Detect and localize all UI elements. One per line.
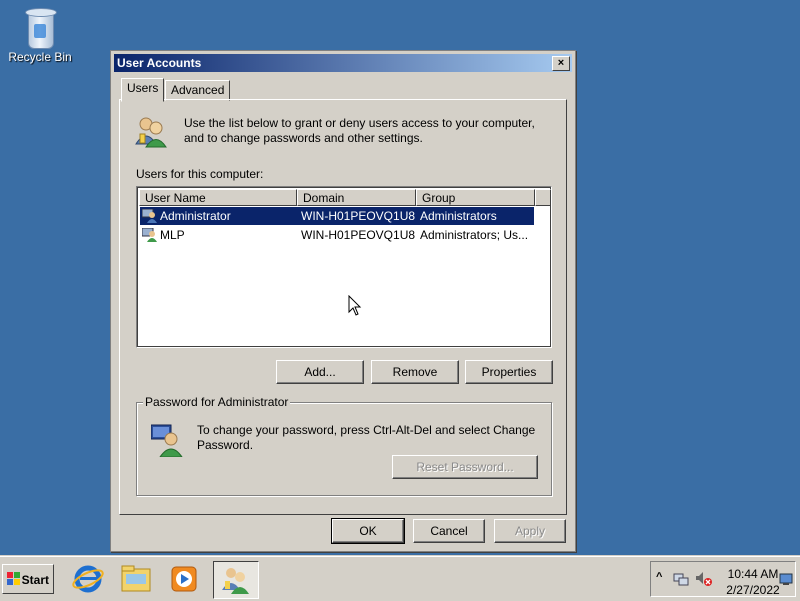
user-accounts-taskbar-button[interactable] xyxy=(213,561,259,599)
users-tab-panel: Use the list below to grant or deny user… xyxy=(119,99,567,515)
password-group: Password for Administrator To change you… xyxy=(136,395,552,496)
users-icon xyxy=(135,117,167,148)
network-icon[interactable] xyxy=(673,571,689,587)
cancel-button[interactable]: Cancel xyxy=(413,519,485,543)
user-icon xyxy=(142,209,157,223)
system-tray: ^ 10:44 AM 2/27/2022 xyxy=(650,561,796,597)
list-header: User Name Domain Group xyxy=(139,189,551,207)
windows-explorer-button[interactable] xyxy=(114,561,158,597)
mouse-cursor-icon xyxy=(348,295,362,316)
password-group-title: Password for Administrator xyxy=(143,395,291,409)
recycle-bin-shortcut[interactable]: Recycle Bin xyxy=(8,6,72,64)
table-row[interactable]: MLP WIN-H01PEOVQ1U8 Administrators; Us..… xyxy=(140,226,534,244)
column-group[interactable]: Group xyxy=(416,189,535,206)
intro-text: Use the list below to grant or deny user… xyxy=(184,116,535,145)
show-hidden-icons-button[interactable]: ^ xyxy=(656,571,662,583)
domain-cell: WIN-H01PEOVQ1U8 xyxy=(301,209,416,223)
volume-muted-icon[interactable] xyxy=(695,571,713,587)
user-accounts-window: User Accounts × Users Advanced Use the l… xyxy=(110,50,576,552)
window-title: User Accounts xyxy=(117,56,202,70)
show-desktop-icon[interactable] xyxy=(779,572,793,586)
user-icon xyxy=(142,228,157,242)
user-name-cell: Administrator xyxy=(160,209,231,223)
add-button[interactable]: Add... xyxy=(276,360,364,384)
clock-time[interactable]: 10:44 AM xyxy=(723,567,783,581)
internet-explorer-button[interactable] xyxy=(66,561,110,597)
column-domain[interactable]: Domain xyxy=(297,189,416,206)
column-filler xyxy=(535,189,551,206)
ok-button[interactable]: OK xyxy=(331,518,405,544)
tab-advanced[interactable]: Advanced xyxy=(165,80,231,101)
media-player-button[interactable] xyxy=(162,561,206,597)
start-button[interactable]: Start xyxy=(2,564,54,594)
user-name-cell: MLP xyxy=(160,228,185,242)
clock-date[interactable]: 2/27/2022 xyxy=(723,583,783,597)
column-user-name[interactable]: User Name xyxy=(139,189,297,206)
apply-button[interactable]: Apply xyxy=(494,519,566,543)
group-cell: Administrators; Us... xyxy=(420,228,529,242)
recycle-bin-icon xyxy=(23,6,57,49)
title-bar[interactable]: User Accounts × xyxy=(114,54,572,72)
ie-icon xyxy=(72,565,104,593)
windows-flag-icon xyxy=(7,572,20,585)
recycle-bin-label: Recycle Bin xyxy=(8,50,72,64)
start-label: Start xyxy=(21,573,49,587)
user-password-icon xyxy=(151,424,183,457)
domain-cell: WIN-H01PEOVQ1U8 xyxy=(301,228,416,242)
properties-button[interactable]: Properties xyxy=(465,360,553,384)
user-accounts-icon xyxy=(222,568,249,594)
table-row[interactable]: Administrator WIN-H01PEOVQ1U8 Administra… xyxy=(140,207,534,225)
close-button[interactable]: × xyxy=(552,56,570,71)
users-list-label: Users for this computer: xyxy=(136,167,264,181)
group-cell: Administrators xyxy=(420,209,497,223)
explorer-icon xyxy=(121,565,151,592)
users-list[interactable]: User Name Domain Group Administrator WIN… xyxy=(136,186,552,348)
tab-users[interactable]: Users xyxy=(121,78,165,102)
password-instructions: To change your password, press Ctrl-Alt-… xyxy=(197,423,536,452)
media-player-icon xyxy=(171,566,197,592)
close-icon: × xyxy=(557,57,565,69)
reset-password-button[interactable]: Reset Password... xyxy=(392,455,538,479)
taskbar: Start ^ 10:44 AM 2/27/2022 xyxy=(0,556,800,601)
remove-button[interactable]: Remove xyxy=(371,360,459,384)
